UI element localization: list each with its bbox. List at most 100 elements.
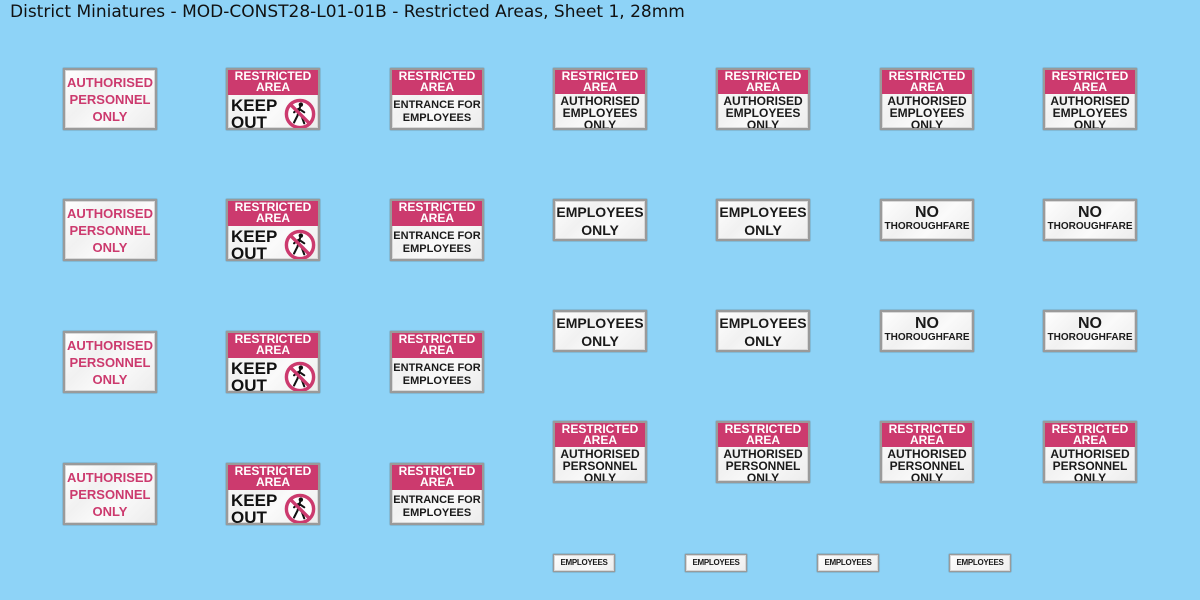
sign-header: RESTRICTED AREA	[1045, 70, 1135, 94]
sign-line: AREA	[582, 433, 617, 447]
sign-line: THOROUGHFARE	[884, 221, 970, 232]
sign-line: NO	[915, 204, 939, 221]
sign-entrance-for-employees: RESTRICTED AREA ENTRANCE FOR EMPLOYEES	[390, 199, 484, 261]
sign-header: RESTRICTED AREA	[228, 70, 318, 95]
sign-line: THOROUGHFARE	[1047, 332, 1133, 343]
sign-entrance-for-employees: RESTRICTED AREA ENTRANCE FOR EMPLOYEES	[390, 331, 484, 393]
sign-no-thoroughfare: NO THOROUGHFARE	[1043, 199, 1137, 241]
no-pedestrian-icon	[284, 98, 316, 128]
sign-authorised-personnel: AUTHORISED PERSONNEL ONLY	[63, 199, 157, 261]
sign-entrance-for-employees: RESTRICTED AREA ENTRANCE FOR EMPLOYEES	[390, 463, 484, 525]
sign-authorised-personnel: AUTHORISED PERSONNEL ONLY	[63, 68, 157, 130]
sign-line: EMPLOYEES	[719, 204, 807, 220]
sign-line: EMPLOYEES ONLY	[956, 558, 1004, 567]
no-pedestrian-icon	[284, 361, 316, 391]
sign-line: ONLY	[581, 333, 619, 349]
sign-line: ONLY	[746, 471, 780, 483]
sign-line: THOROUGHFARE	[884, 332, 970, 343]
sign-entrance-for-employees: RESTRICTED AREA ENTRANCE FOR EMPLOYEES	[390, 68, 484, 130]
sign-line: EMPLOYEES	[402, 375, 472, 387]
sign-line: ENTRANCE FOR	[393, 99, 481, 111]
sign-restricted-authorised-personnel: RESTRICTED AREA AUTHORISED PERSONNEL ONL…	[553, 421, 647, 483]
sign-employees-only-small: EMPLOYEES ONLY	[949, 554, 1011, 572]
sign-line: AREA	[745, 80, 780, 94]
sign-restricted-authorised-personnel: RESTRICTED AREA AUTHORISED PERSONNEL ONL…	[716, 421, 810, 483]
sign-line: AREA	[255, 80, 290, 94]
sign-line: OUT	[231, 244, 267, 261]
sign-line: AUTHORISED	[67, 338, 153, 353]
sign-line: EMPLOYEES ONLY	[692, 558, 740, 567]
sign-line: NO	[915, 315, 939, 332]
sign-line: ONLY	[910, 471, 944, 483]
sign-keep-out: RESTRICTED AREA KEEP OUT	[226, 199, 320, 261]
sign-line: ONLY	[581, 222, 619, 238]
sign-line: PERSONNEL	[69, 223, 151, 238]
sign-line: ONLY	[1073, 471, 1107, 483]
sign-employees-only: EMPLOYEES ONLY	[553, 199, 647, 241]
sign-line: AREA	[909, 433, 944, 447]
sign-authorised-employees: RESTRICTED AREA AUTHORISED EMPLOYEES ONL…	[553, 68, 647, 130]
sign-line: OUT	[231, 508, 267, 525]
sign-line: KEEP	[231, 227, 278, 246]
sign-line: ONLY	[583, 471, 617, 483]
sign-line: EMPLOYEES	[556, 204, 644, 220]
sign-header: RESTRICTED AREA	[392, 201, 482, 226]
sign-line: EMPLOYEES ONLY	[560, 558, 608, 567]
sign-line: EMPLOYEES	[556, 315, 644, 331]
sign-header: RESTRICTED AREA	[392, 465, 482, 490]
sign-line: PERSONNEL	[69, 92, 151, 107]
sign-line: ONLY	[92, 504, 128, 519]
sign-line: AREA	[419, 211, 454, 225]
sign-line: ONLY	[744, 222, 782, 238]
sign-line: ONLY	[910, 118, 944, 130]
sign-keep-out: RESTRICTED AREA KEEP OUT	[226, 463, 320, 525]
sign-line: EMPLOYEES ONLY	[824, 558, 872, 567]
sign-restricted-authorised-personnel: RESTRICTED AREA AUTHORISED PERSONNEL ONL…	[1043, 421, 1137, 483]
sign-line: EMPLOYEES	[402, 112, 472, 124]
sign-header: RESTRICTED AREA	[882, 423, 972, 447]
sign-header: RESTRICTED AREA	[392, 333, 482, 358]
sign-no-thoroughfare: NO THOROUGHFARE	[880, 310, 974, 352]
sign-line: AREA	[1072, 80, 1107, 94]
sign-line: OUT	[231, 376, 267, 393]
sign-line: ONLY	[92, 372, 128, 387]
sign-line: KEEP	[231, 359, 278, 378]
sign-line: PERSONNEL	[69, 487, 151, 502]
sign-line: OUT	[231, 113, 267, 130]
sign-employees-only-small: EMPLOYEES ONLY	[553, 554, 615, 572]
sign-employees-only-small: EMPLOYEES ONLY	[685, 554, 747, 572]
sign-line: ONLY	[746, 118, 780, 130]
sign-line: AUTHORISED	[67, 470, 153, 485]
sign-line: PERSONNEL	[69, 355, 151, 370]
sign-line: EMPLOYEES	[719, 315, 807, 331]
sign-header: RESTRICTED AREA	[718, 423, 808, 447]
sign-authorised-personnel: AUTHORISED PERSONNEL ONLY	[63, 331, 157, 393]
sign-line: ONLY	[744, 333, 782, 349]
sign-line: AREA	[255, 343, 290, 357]
sign-employees-only: EMPLOYEES ONLY	[553, 310, 647, 352]
sign-header: RESTRICTED AREA	[555, 423, 645, 447]
sign-line: AREA	[582, 80, 617, 94]
sign-line: KEEP	[231, 96, 278, 115]
sign-restricted-authorised-personnel: RESTRICTED AREA AUTHORISED PERSONNEL ONL…	[880, 421, 974, 483]
sign-line: ENTRANCE FOR	[393, 494, 481, 506]
sign-line: NO	[1078, 315, 1102, 332]
sign-line: AREA	[745, 433, 780, 447]
sign-line: ONLY	[92, 109, 128, 124]
sign-line: AREA	[419, 343, 454, 357]
sign-line: AREA	[419, 80, 454, 94]
sign-keep-out: RESTRICTED AREA KEEP OUT	[226, 331, 320, 393]
page-title: District Miniatures - MOD-CONST28-L01-01…	[10, 2, 685, 22]
sign-line: AREA	[1072, 433, 1107, 447]
sign-header: RESTRICTED AREA	[392, 70, 482, 95]
sign-line: AUTHORISED	[67, 206, 153, 221]
sign-line: ONLY	[1073, 118, 1107, 130]
no-pedestrian-icon	[284, 493, 316, 523]
sign-authorised-employees: RESTRICTED AREA AUTHORISED EMPLOYEES ONL…	[880, 68, 974, 130]
sign-header: RESTRICTED AREA	[882, 70, 972, 94]
sign-line: AREA	[255, 211, 290, 225]
sign-line: EMPLOYEES	[402, 243, 472, 255]
sign-line: AREA	[909, 80, 944, 94]
sign-header: RESTRICTED AREA	[1045, 423, 1135, 447]
sign-header: RESTRICTED AREA	[228, 333, 318, 358]
